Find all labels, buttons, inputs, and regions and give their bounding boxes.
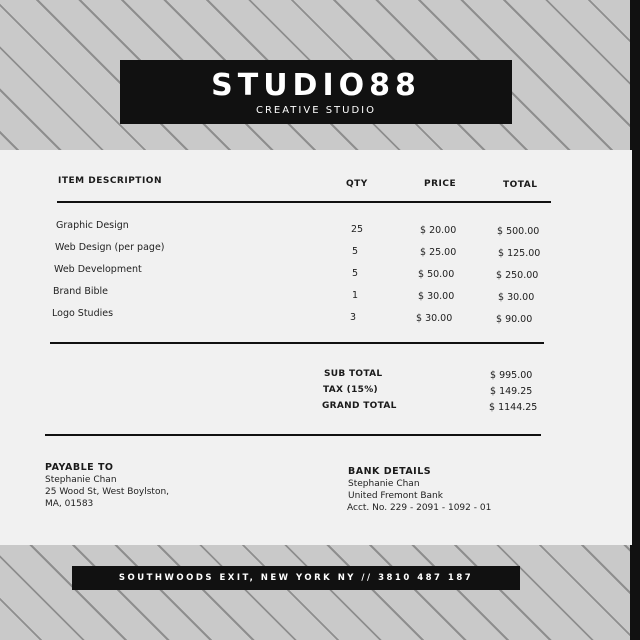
bank-name: United Fremont Bank	[348, 491, 443, 501]
payable-to-title: PAYABLE TO	[45, 462, 114, 473]
item-qty: 5	[352, 246, 359, 257]
tax-label: TAX (15%)	[323, 385, 378, 395]
footer-address-bar: SOUTHWOODS EXIT, NEW YORK NY // 3810 487…	[72, 566, 520, 590]
grand-total-value: $ 1144.25	[489, 402, 538, 413]
column-header-price: PRICE	[424, 179, 457, 189]
invoice-sheet: ITEM DESCRIPTION QTY PRICE TOTAL Graphic…	[0, 150, 632, 545]
subtotal-label: SUB TOTAL	[324, 369, 383, 379]
item-description: Graphic Design	[56, 220, 129, 231]
bank-details-title: BANK DETAILS	[348, 466, 432, 477]
brand-name: STUDIO88	[211, 68, 421, 103]
column-header-total: TOTAL	[503, 180, 538, 190]
item-total: $ 250.00	[496, 270, 539, 281]
item-qty: 25	[351, 224, 364, 235]
tax-value: $ 149.25	[490, 386, 533, 397]
item-price: $ 30.00	[418, 291, 455, 302]
item-price: $ 30.00	[416, 313, 453, 324]
header-divider	[57, 201, 551, 203]
grand-total-label: GRAND TOTAL	[322, 401, 397, 411]
item-qty: 3	[350, 312, 357, 323]
payable-address-line: MA, 01583	[45, 499, 94, 509]
brand-header: STUDIO88 CREATIVE STUDIO	[120, 60, 512, 124]
summary-divider	[45, 434, 541, 436]
item-total: $ 90.00	[496, 314, 533, 325]
item-total: $ 30.00	[498, 292, 535, 303]
column-header-description: ITEM DESCRIPTION	[58, 176, 162, 186]
item-price: $ 25.00	[420, 247, 457, 258]
bank-account-name: Stephanie Chan	[348, 479, 420, 489]
item-price: $ 20.00	[420, 225, 457, 236]
bank-account-number: Acct. No. 229 - 2091 - 1092 - 01	[347, 503, 492, 513]
item-qty: 5	[352, 268, 359, 279]
item-description: Logo Studies	[52, 308, 114, 319]
item-total: $ 500.00	[497, 226, 540, 237]
item-price: $ 50.00	[418, 269, 455, 280]
column-header-qty: QTY	[346, 179, 368, 189]
subtotal-value: $ 995.00	[490, 370, 533, 381]
item-total: $ 125.00	[498, 248, 541, 259]
items-divider	[50, 342, 544, 344]
item-description: Web Development	[54, 264, 142, 275]
payable-name: Stephanie Chan	[45, 475, 117, 485]
item-description: Web Design (per page)	[55, 242, 165, 253]
item-description: Brand Bible	[53, 286, 108, 297]
brand-subtitle: CREATIVE STUDIO	[255, 105, 376, 116]
item-qty: 1	[352, 290, 359, 301]
payable-address-line: 25 Wood St, West Boylston,	[45, 487, 170, 497]
